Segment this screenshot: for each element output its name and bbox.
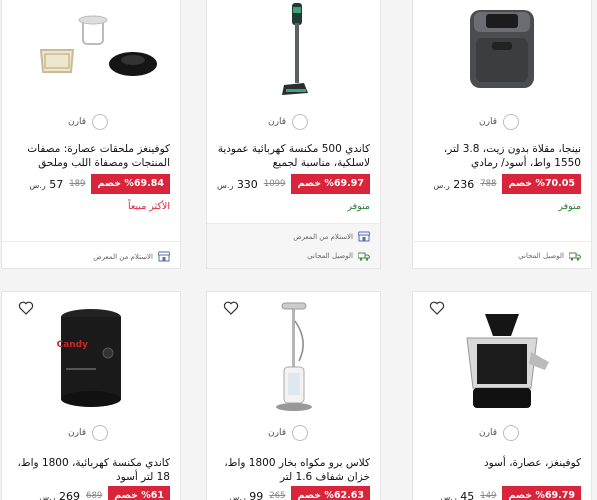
stock-status: متوفر (347, 201, 370, 212)
old-price: 189 (69, 179, 86, 189)
product-title[interactable]: كلاس برو مكواه بخار 1800 واط، خزان شفاف … (215, 456, 370, 484)
discount-badge: %70.05 خصم (502, 174, 581, 194)
product-image[interactable] (413, 0, 591, 99)
old-price: 149 (480, 491, 497, 500)
product-image[interactable] (207, 0, 380, 101)
compare-label: قارن (68, 428, 86, 438)
old-price: 1099 (263, 179, 286, 189)
current-price: 45 ر.س (440, 489, 475, 500)
product-card[interactable]: قارن كوفينغز ملحقات عصارة: مصفات المنتجا… (1, 0, 181, 269)
price-row: %62.63 خصم 265 99 ر.س (228, 486, 370, 500)
compare-checkbox[interactable] (503, 114, 519, 130)
price-row: %70.05 خصم 788 236 ر.س (432, 174, 581, 194)
product-title[interactable]: كوفينغز ملحقات عصارة: مصفات المنتجات ومص… (10, 142, 170, 170)
discount-badge: %62.63 خصم (291, 486, 370, 500)
card-divider (413, 241, 591, 242)
compare-toggle[interactable]: قارن (479, 114, 519, 130)
price-row: %69.84 خصم 189 57 ر.س (28, 174, 170, 194)
feature-store-pickup: الاستلام من المعرض (293, 231, 370, 242)
compare-label: قارن (479, 117, 497, 127)
product-title[interactable]: كاندي مكنسة كهربائية، 1800 واط، 18 لتر أ… (10, 456, 171, 484)
compare-toggle[interactable]: قارن (479, 425, 519, 441)
truck-icon (358, 251, 370, 261)
product-image[interactable] (413, 306, 591, 416)
store-icon (358, 231, 370, 242)
price-row: %69.97 خصم 1099 330 ر.س (215, 174, 370, 194)
compare-label: قارن (479, 428, 497, 438)
store-icon (158, 251, 170, 262)
product-grid: قارن نينجا، مقلاة بدون زيت، 3.8 لتر، 155… (0, 0, 597, 500)
card-footer (207, 223, 380, 268)
price-row: %61 خصم 689 269 ر.س (37, 486, 170, 500)
compare-toggle[interactable]: قارن (268, 114, 308, 130)
compare-checkbox[interactable] (292, 425, 308, 441)
current-price: 57 ر.س (29, 177, 64, 191)
discount-badge: %69.84 خصم (91, 174, 170, 194)
discount-badge: %69.97 خصم (291, 174, 370, 194)
discount-badge: %61 خصم (108, 486, 170, 500)
product-card[interactable]: قارن نينجا، مقلاة بدون زيت، 3.8 لتر، 155… (412, 0, 592, 269)
compare-checkbox[interactable] (92, 114, 108, 130)
product-card[interactable]: قارن كوفينغز، عصارة، أسود %69.79 خصم 149… (412, 291, 592, 500)
compare-checkbox[interactable] (292, 114, 308, 130)
compare-toggle[interactable]: قارن (68, 425, 108, 441)
product-title[interactable]: كاندي 500 مكنسة كهربائية عمودية لاسلكية،… (215, 142, 370, 170)
best-seller-label: الأكثر مبيعاً (127, 201, 170, 212)
old-price: 265 (269, 491, 286, 500)
current-price: 330 ر.س (217, 177, 258, 191)
compare-checkbox[interactable] (92, 425, 108, 441)
product-image[interactable] (207, 300, 380, 418)
old-price: 788 (480, 179, 497, 189)
compare-label: قارن (268, 428, 286, 438)
product-title[interactable]: كوفينغز، عصارة، أسود (421, 456, 581, 470)
current-price: 236 ر.س (433, 177, 475, 191)
truck-icon (569, 251, 581, 261)
compare-toggle[interactable]: قارن (268, 425, 308, 441)
product-image[interactable]: Candy (2, 300, 180, 418)
price-row: %69.79 خصم 149 45 ر.س (439, 486, 581, 500)
product-card[interactable]: Candy قارن كاندي مكنسة كهربائية، 1800 وا… (1, 291, 181, 500)
feature-free-delivery: الوصيل المجاني (307, 251, 370, 261)
feature-store-pickup: الاستلام من المعرض (93, 251, 170, 262)
compare-checkbox[interactable] (503, 425, 519, 441)
card-divider (2, 241, 180, 242)
compare-toggle[interactable]: قارن (68, 114, 108, 130)
stock-status: متوفر (558, 201, 581, 212)
product-image[interactable] (2, 0, 180, 99)
product-card[interactable]: قارن كلاس برو مكواه بخار 1800 واط، خزان … (206, 291, 381, 500)
current-price: 269 ر.س (39, 489, 81, 500)
current-price: 99 ر.س (229, 489, 264, 500)
discount-badge: %69.79 خصم (502, 486, 581, 500)
product-card[interactable]: قارن كاندي 500 مكنسة كهربائية عمودية لاس… (206, 0, 381, 269)
compare-label: قارن (68, 117, 86, 127)
compare-label: قارن (268, 117, 286, 127)
old-price: 689 (86, 491, 103, 500)
svg-text:Candy: Candy (57, 340, 89, 350)
product-title[interactable]: نينجا، مقلاة بدون زيت، 3.8 لتر، 1550 واط… (421, 142, 581, 170)
feature-free-delivery: الوصيل المجاني (518, 251, 581, 261)
